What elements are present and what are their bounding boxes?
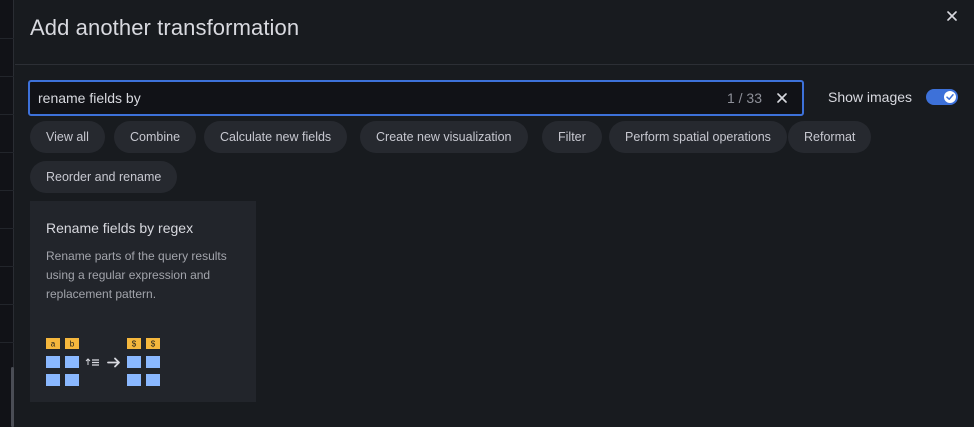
category-chip-create-new-visualization[interactable]: Create new visualization xyxy=(360,121,528,153)
tile-label: a xyxy=(51,340,56,349)
close-icon xyxy=(947,11,957,21)
show-images-toggle[interactable] xyxy=(926,89,958,105)
drawer-header: Add another transformation xyxy=(15,0,974,65)
category-chip-reformat[interactable]: Reformat xyxy=(788,121,872,153)
transformation-drawer: Add another transformation 1 / 33 Show i… xyxy=(15,0,974,427)
background-panel-edge xyxy=(0,0,14,427)
category-chip-combine[interactable]: Combine xyxy=(114,121,197,153)
divider xyxy=(0,38,14,39)
clear-search-button[interactable] xyxy=(776,92,788,104)
scrollbar-thumb[interactable] xyxy=(11,367,14,427)
divider xyxy=(0,76,14,77)
page-title: Add another transformation xyxy=(30,15,300,40)
tile-label: $ xyxy=(151,340,156,349)
close-button[interactable] xyxy=(944,8,960,24)
category-chip-calculate-new-fields[interactable]: Calculate new fields xyxy=(204,121,348,153)
tile-label: b xyxy=(70,340,75,349)
show-images-label: Show images xyxy=(828,89,913,105)
rename-by-regex-illustration-icon: a b $ $ xyxy=(46,338,160,386)
search-box: 1 / 33 xyxy=(28,80,804,116)
toggle-knob xyxy=(944,91,956,103)
divider xyxy=(0,114,14,115)
search-input[interactable] xyxy=(38,82,698,114)
divider xyxy=(0,266,14,267)
close-icon xyxy=(777,93,787,103)
divider xyxy=(0,190,14,191)
check-icon xyxy=(946,94,954,100)
card-title: Rename fields by regex xyxy=(46,220,194,236)
tile-label: $ xyxy=(132,340,137,349)
card-description: Rename parts of the query results using … xyxy=(46,249,227,301)
divider xyxy=(0,152,14,153)
match-count: 1 / 33 xyxy=(726,90,762,106)
category-chip-filter[interactable]: Filter xyxy=(542,121,602,153)
divider xyxy=(0,342,14,343)
category-chip-reorder-and-rename[interactable]: Reorder and rename xyxy=(30,161,178,193)
category-chip-perform-spatial-operations[interactable]: Perform spatial operations xyxy=(609,121,787,153)
category-chip-view-all[interactable]: View all xyxy=(30,121,105,153)
divider xyxy=(0,228,14,229)
transformation-card-rename-by-regex[interactable]: Rename fields by regex Rename parts of t… xyxy=(30,201,256,402)
divider xyxy=(0,304,14,305)
